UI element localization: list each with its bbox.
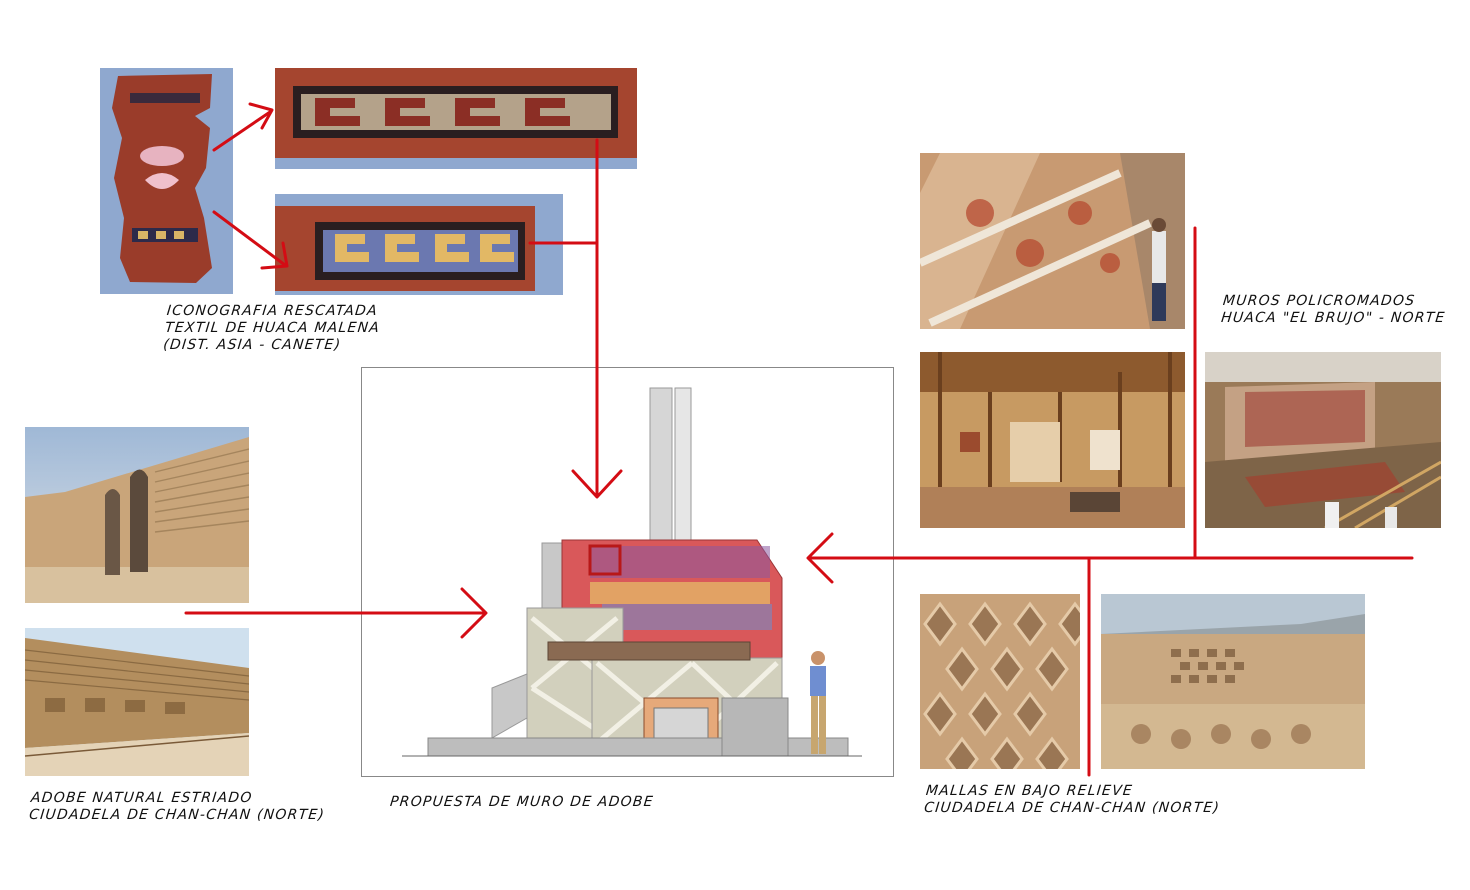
textile-detail-photo-bottom: [275, 194, 563, 295]
mallas-caption-line-1: MALLAS EN BAJO RELIEVE: [925, 783, 1134, 799]
el-brujo-interior-photo: [920, 352, 1185, 528]
chan-chan-striated-wall-photo: [25, 628, 249, 776]
textile-caption-line-1: ICONOGRAFIA RESCATADA: [165, 303, 379, 319]
mallas-relief-closeup-photo: [920, 594, 1080, 769]
el-brujo-excavation-photo: [1205, 352, 1441, 528]
textile-caption-line-2: TEXTIL DE HUACA MALENA: [164, 320, 381, 336]
chan-chan-statues-photo: [25, 427, 249, 603]
propuesta-caption-line-1: PROPUESTA DE MURO DE ADOBE: [389, 794, 655, 810]
adobe-natural-caption-line-1: ADOBE NATURAL ESTRIADO: [30, 790, 254, 806]
policromados-caption: MUROS POLICROMADOS HUACA "EL BRUJO" - NO…: [1220, 293, 1448, 327]
policromados-caption-line-1: MUROS POLICROMADOS: [1222, 293, 1417, 309]
mallas-caption: MALLAS EN BAJO RELIEVE CIUDADELA DE CHAN…: [923, 783, 1222, 817]
adobe-wall-proposal-drawing: [361, 367, 894, 777]
textile-detail-photo-top: [275, 68, 637, 169]
el-brujo-relief-photo: [920, 153, 1185, 329]
policromados-caption-line-2: HUACA "EL BRUJO" - NORTE: [1220, 310, 1447, 326]
adobe-natural-caption: ADOBE NATURAL ESTRIADO CIUDADELA DE CHAN…: [28, 790, 327, 824]
adobe-natural-caption-line-2: CIUDADELA DE CHAN-CHAN (NORTE): [28, 807, 326, 823]
propuesta-caption: PROPUESTA DE MURO DE ADOBE: [389, 794, 654, 811]
textile-fragment-photo: [100, 68, 233, 294]
textile-caption: ICONOGRAFIA RESCATADA TEXTIL DE HUACA MA…: [162, 303, 382, 354]
textile-caption-line-3: (DIST. ASIA - CANETE): [162, 337, 343, 353]
mallas-caption-line-2: CIUDADELA DE CHAN-CHAN (NORTE): [923, 800, 1221, 816]
chan-chan-mallas-wall-photo: [1101, 594, 1365, 769]
